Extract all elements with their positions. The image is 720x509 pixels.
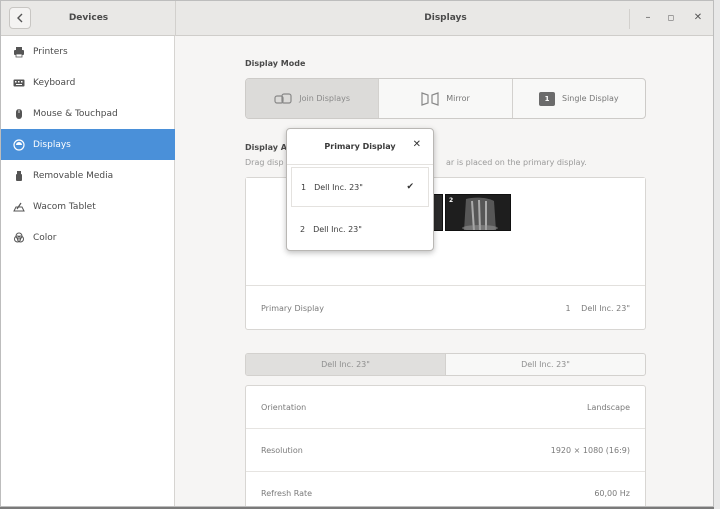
- display-arrangement-heading: Display A: [245, 143, 287, 152]
- sidebar-item-wacom-tablet[interactable]: Wacom Tablet: [1, 191, 175, 222]
- option-label: Dell Inc. 23": [313, 224, 362, 234]
- sidebar-item-label: Displays: [33, 139, 71, 150]
- checkmark-icon: ✔: [406, 182, 414, 192]
- header-bar: Devices Displays – ◻ ✕: [1, 1, 713, 36]
- tablet-icon: [13, 201, 25, 213]
- single-display-icon: 1: [539, 91, 555, 106]
- window-controls-separator: [629, 9, 630, 29]
- popover-header: Primary Display ✕: [287, 129, 433, 165]
- primary-display-label: Primary Display: [261, 304, 324, 313]
- display-properties: Orientation Landscape Resolution 1920 × …: [245, 385, 646, 506]
- option-number: 1: [301, 182, 307, 192]
- close-button[interactable]: ✕: [689, 9, 707, 27]
- sidebar-item-label: Printers: [33, 46, 68, 57]
- sidebar-item-keyboard[interactable]: Keyboard: [1, 67, 175, 98]
- popover-title: Primary Display: [324, 142, 396, 151]
- primary-display-option-2[interactable]: 2 Dell Inc. 23": [291, 209, 429, 249]
- orientation-label: Orientation: [261, 402, 307, 412]
- sidebar-item-displays[interactable]: Displays: [1, 129, 175, 160]
- single-display-label: Single Display: [562, 94, 619, 103]
- sidebar-item-label: Wacom Tablet: [33, 201, 96, 212]
- resolution-value: 1920 × 1080 (16:9): [550, 445, 630, 455]
- arrangement-hint-end: ar is placed on the primary display.: [446, 158, 587, 167]
- keyboard-icon: [13, 77, 25, 89]
- display-mode-selector: Join Displays Mirror 1 Single Display: [245, 78, 646, 119]
- sidebar-item-mouse-touchpad[interactable]: Mouse & Touchpad: [1, 98, 175, 129]
- sidebar-item-color[interactable]: Color: [1, 222, 175, 253]
- monitor-2-thumbnail[interactable]: 2: [445, 194, 511, 231]
- tab-monitor-2[interactable]: Dell Inc. 23": [446, 354, 645, 375]
- mirror-icon: [421, 91, 439, 107]
- refresh-rate-label: Refresh Rate: [261, 488, 313, 498]
- sidebar-item-label: Removable Media: [33, 170, 114, 181]
- primary-display-row[interactable]: Primary Display 1 Dell Inc. 23": [246, 286, 645, 331]
- monitor-tabs: Dell Inc. 23" Dell Inc. 23": [245, 353, 646, 376]
- option-number: 2: [300, 224, 306, 234]
- minimize-button[interactable]: –: [639, 9, 657, 27]
- page-title: Displays: [424, 13, 467, 23]
- printer-icon: [13, 46, 25, 58]
- sidebar-item-label: Color: [33, 232, 57, 243]
- resolution-row[interactable]: Resolution 1920 × 1080 (16:9): [246, 429, 645, 472]
- mirror-label: Mirror: [446, 94, 470, 103]
- refresh-rate-value: 60,00 Hz: [594, 488, 630, 498]
- monitor-2-number: 2: [449, 197, 454, 204]
- display-mode-heading: Display Mode: [245, 59, 306, 68]
- primary-display-value-group: 1 Dell Inc. 23": [566, 304, 630, 313]
- tab-monitor-1[interactable]: Dell Inc. 23": [246, 354, 446, 375]
- primary-display-number: 1: [565, 304, 571, 313]
- color-icon: [13, 232, 25, 244]
- popover-close-icon[interactable]: ✕: [413, 139, 421, 150]
- resolution-label: Resolution: [261, 445, 303, 455]
- primary-display-option-1[interactable]: 1 Dell Inc. 23" ✔: [291, 167, 429, 207]
- primary-display-list: 1 Dell Inc. 23" ✔ 2 Dell Inc. 23": [291, 167, 429, 247]
- sidebar-item-label: Mouse & Touchpad: [33, 108, 118, 119]
- settings-window: Devices Displays – ◻ ✕ Printers Keyboard…: [0, 0, 714, 507]
- sidebar-item-printers[interactable]: Printers: [1, 36, 175, 67]
- join-displays-label: Join Displays: [299, 94, 351, 103]
- single-display-button[interactable]: 1 Single Display: [513, 79, 645, 118]
- mirror-button[interactable]: Mirror: [379, 79, 513, 118]
- desktop-background-edge: [714, 0, 720, 509]
- orientation-value: Landscape: [587, 402, 630, 412]
- join-displays-icon: [274, 92, 292, 106]
- option-label: Dell Inc. 23": [314, 182, 363, 192]
- arrangement-hint-start: Drag disp: [245, 158, 284, 167]
- join-displays-button[interactable]: Join Displays: [246, 79, 380, 118]
- sidebar-item-label: Keyboard: [33, 77, 76, 88]
- orientation-row[interactable]: Orientation Landscape: [246, 386, 645, 429]
- usb-icon: [13, 170, 25, 182]
- sidebar: Printers Keyboard Mouse & Touchpad Displ…: [1, 36, 175, 506]
- mouse-icon: [13, 108, 25, 120]
- display-icon: [13, 138, 25, 151]
- refresh-rate-row[interactable]: Refresh Rate 60,00 Hz: [246, 472, 645, 506]
- sidebar-item-removable-media[interactable]: Removable Media: [1, 160, 175, 191]
- maximize-button[interactable]: ◻: [662, 9, 680, 27]
- sidebar-title: Devices: [68, 13, 109, 23]
- displays-panel: Display Mode Join Displays Mirror 1 Sing…: [176, 36, 713, 506]
- primary-display-value: Dell Inc. 23": [581, 304, 630, 313]
- primary-display-popover: Primary Display ✕ 1 Dell Inc. 23" ✔ 2 De…: [286, 128, 434, 251]
